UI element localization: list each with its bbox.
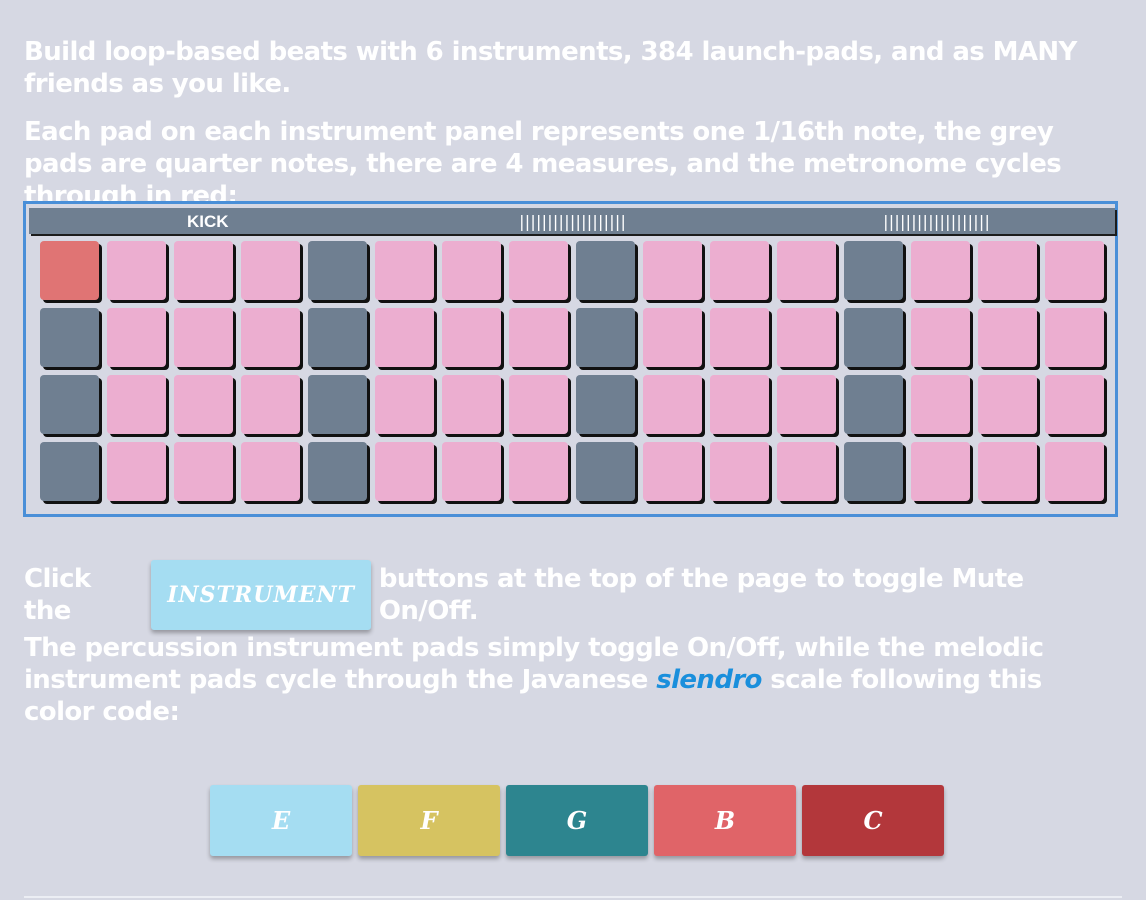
intro-line-2: Each pad on each instrument panel repres…: [24, 117, 1062, 211]
panel-title-kick[interactable]: KICK: [187, 212, 229, 232]
panel-header: KICK ||||||||||||||||||| |||||||||||||||…: [29, 208, 1115, 234]
pad-r2-c7[interactable]: [442, 308, 501, 367]
pad-r1-c10[interactable]: [643, 241, 702, 300]
note-e-button[interactable]: E: [210, 785, 352, 856]
pad-r1-c11[interactable]: [710, 241, 769, 300]
pad-r3-c3[interactable]: [174, 375, 233, 434]
note-c-button[interactable]: C: [802, 785, 944, 856]
pad-r2-c16[interactable]: [1045, 308, 1104, 367]
pad-r3-c4[interactable]: [241, 375, 300, 434]
pad-r4-c12[interactable]: [777, 442, 836, 501]
pad-r3-c2[interactable]: [107, 375, 166, 434]
pad-r1-c5[interactable]: [308, 241, 367, 300]
pad-r2-c12[interactable]: [777, 308, 836, 367]
pad-r4-c6[interactable]: [375, 442, 434, 501]
pad-r2-c1[interactable]: [40, 308, 99, 367]
pad-grid: [40, 241, 1104, 501]
divider: [24, 896, 1122, 898]
kick-instrument-panel: KICK ||||||||||||||||||| |||||||||||||||…: [23, 201, 1118, 517]
pad-r2-c11[interactable]: [710, 308, 769, 367]
pad-r1-c3[interactable]: [174, 241, 233, 300]
pad-r4-c4[interactable]: [241, 442, 300, 501]
pad-r2-c13[interactable]: [844, 308, 903, 367]
note-b-button[interactable]: B: [654, 785, 796, 856]
pad-r4-c7[interactable]: [442, 442, 501, 501]
note-g-button[interactable]: G: [506, 785, 648, 856]
pad-r3-c10[interactable]: [643, 375, 702, 434]
panel-pan-ticks[interactable]: |||||||||||||||||||: [881, 212, 992, 231]
pad-r1-c2[interactable]: [107, 241, 166, 300]
pad-r3-c14[interactable]: [911, 375, 970, 434]
pad-r3-c7[interactable]: [442, 375, 501, 434]
pad-r4-c16[interactable]: [1045, 442, 1104, 501]
melodic-description: The percussion instrument pads simply to…: [24, 632, 1116, 728]
pad-r4-c13[interactable]: [844, 442, 903, 501]
pad-r1-c13[interactable]: [844, 241, 903, 300]
mute-instructions: Click the INSTRUMENT buttons at the top …: [24, 560, 1116, 630]
pad-r3-c1[interactable]: [40, 375, 99, 434]
pad-r4-c8[interactable]: [509, 442, 568, 501]
mute-text-after: buttons at the top of the page to toggle…: [378, 564, 1024, 626]
pad-r4-c3[interactable]: [174, 442, 233, 501]
pad-r3-c11[interactable]: [710, 375, 769, 434]
pad-r1-c1[interactable]: [40, 241, 99, 300]
pad-r3-c5[interactable]: [308, 375, 367, 434]
pad-r3-c15[interactable]: [978, 375, 1037, 434]
pad-r1-c16[interactable]: [1045, 241, 1104, 300]
pad-r1-c9[interactable]: [576, 241, 635, 300]
pad-r4-c15[interactable]: [978, 442, 1037, 501]
pad-r4-c1[interactable]: [40, 442, 99, 501]
pad-r3-c13[interactable]: [844, 375, 903, 434]
intro-line-1: Build loop-based beats with 6 instrument…: [24, 37, 1077, 99]
pad-r1-c14[interactable]: [911, 241, 970, 300]
pad-r4-c2[interactable]: [107, 442, 166, 501]
pad-r2-c10[interactable]: [643, 308, 702, 367]
pad-r2-c5[interactable]: [308, 308, 367, 367]
instrument-button[interactable]: INSTRUMENT: [151, 560, 371, 630]
mute-text-before: Click the: [24, 564, 91, 626]
panel-volume-ticks[interactable]: |||||||||||||||||||: [517, 212, 628, 231]
pad-r4-c10[interactable]: [643, 442, 702, 501]
note-f-button[interactable]: F: [358, 785, 500, 856]
slendro-link[interactable]: slendro: [656, 665, 762, 695]
pad-r2-c2[interactable]: [107, 308, 166, 367]
pad-r1-c4[interactable]: [241, 241, 300, 300]
pad-r2-c15[interactable]: [978, 308, 1037, 367]
pad-r2-c4[interactable]: [241, 308, 300, 367]
pad-r4-c11[interactable]: [710, 442, 769, 501]
pad-r4-c9[interactable]: [576, 442, 635, 501]
pad-r4-c14[interactable]: [911, 442, 970, 501]
pad-r2-c9[interactable]: [576, 308, 635, 367]
pad-r3-c6[interactable]: [375, 375, 434, 434]
pad-r2-c8[interactable]: [509, 308, 568, 367]
pad-r2-c3[interactable]: [174, 308, 233, 367]
pad-r2-c6[interactable]: [375, 308, 434, 367]
pad-r1-c12[interactable]: [777, 241, 836, 300]
pad-r1-c8[interactable]: [509, 241, 568, 300]
pad-r3-c8[interactable]: [509, 375, 568, 434]
pad-r4-c5[interactable]: [308, 442, 367, 501]
pad-r3-c9[interactable]: [576, 375, 635, 434]
pad-r2-c14[interactable]: [911, 308, 970, 367]
pad-r3-c16[interactable]: [1045, 375, 1104, 434]
pad-r1-c7[interactable]: [442, 241, 501, 300]
pad-r3-c12[interactable]: [777, 375, 836, 434]
pad-r1-c6[interactable]: [375, 241, 434, 300]
color-code-row: EFGBC: [210, 785, 944, 856]
pad-r1-c15[interactable]: [978, 241, 1037, 300]
